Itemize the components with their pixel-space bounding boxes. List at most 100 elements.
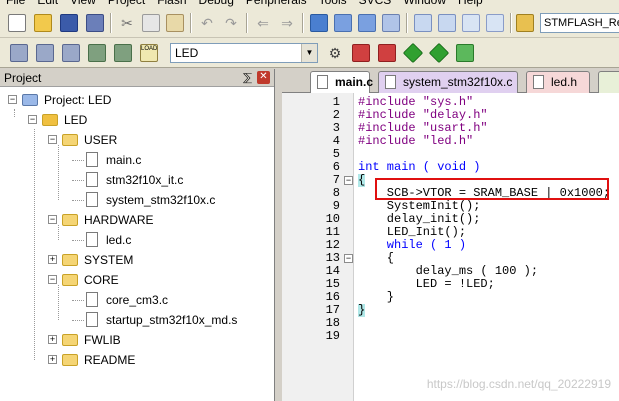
- tab-overflow[interactable]: [598, 71, 619, 93]
- undo-icon[interactable]: ↶: [198, 14, 216, 32]
- line-number: 8: [332, 186, 340, 200]
- tree-folder-item[interactable]: − CORE: [48, 271, 119, 289]
- paste-icon[interactable]: [166, 14, 184, 32]
- expand-icon[interactable]: +: [48, 355, 57, 364]
- manage-components-icon[interactable]: [352, 44, 370, 62]
- code-editor[interactable]: 1 2 3 4 5 6 7 8 9 10 11 12 13 14 15 16 17 18 19− − #include…: [282, 93, 619, 401]
- fold-marker-icon[interactable]: −: [344, 254, 353, 263]
- tree-connector: [72, 240, 84, 241]
- menu-item-edit[interactable]: Edit: [31, 0, 64, 8]
- watermark: https://blog.csdn.net/qq_20222919: [426, 377, 611, 391]
- line-number: 2: [332, 108, 340, 122]
- tree-file-item[interactable]: startup_stm32f10x_md.s: [72, 311, 237, 329]
- tree-item-label: main.c: [106, 153, 142, 167]
- navigate-back-icon[interactable]: ⇐: [254, 14, 272, 32]
- tree-connector: [58, 145, 59, 200]
- tree-item-label: README: [84, 353, 136, 367]
- editor-tab-strip: main.c system_stm32f10x.c led.h: [282, 69, 619, 93]
- toolbar-standard: ✂ ↶ ↷ ⇐ ⇒ STMFLASH_Rea: [0, 8, 619, 38]
- save-icon[interactable]: [60, 14, 78, 32]
- project-panel-header: Project ⅀ ✕: [0, 69, 274, 87]
- menu-bar: File Edit View Project Flash Debug Peripherals…: [0, 0, 619, 8]
- collapse-icon[interactable]: −: [48, 135, 57, 144]
- folder-icon: [62, 353, 78, 366]
- menu-item-debug[interactable]: Debug: [193, 0, 240, 8]
- build-icon[interactable]: [36, 44, 54, 62]
- translate-icon[interactable]: [10, 44, 28, 62]
- select-packs-icon[interactable]: [428, 42, 450, 64]
- prev-bookmark-icon[interactable]: [334, 14, 352, 32]
- tab-main-c[interactable]: main.c: [310, 71, 373, 93]
- close-icon[interactable]: ✕: [257, 71, 270, 84]
- cut-icon[interactable]: ✂: [118, 14, 136, 32]
- tree-target-item[interactable]: − LED: [28, 111, 87, 129]
- tree-folder-item[interactable]: − HARDWARE: [48, 211, 154, 229]
- menu-item-view[interactable]: View: [64, 0, 102, 8]
- menu-item-project[interactable]: Project: [102, 0, 151, 8]
- tab-system-stm32f10x-c[interactable]: system_stm32f10x.c: [378, 71, 518, 93]
- uncomment-icon[interactable]: [486, 14, 504, 32]
- batch-build-icon[interactable]: [88, 44, 106, 62]
- find-in-files-icon[interactable]: [516, 14, 534, 32]
- redo-icon[interactable]: ↷: [222, 14, 240, 32]
- target-select[interactable]: LED ▼: [170, 43, 318, 63]
- chevron-down-icon[interactable]: ▼: [301, 44, 317, 62]
- menu-item-peripherals[interactable]: Peripherals: [240, 0, 313, 8]
- menu-item-tools[interactable]: Tools: [313, 0, 353, 8]
- comment-icon[interactable]: [462, 14, 480, 32]
- tab-led-h[interactable]: led.h: [526, 71, 590, 93]
- save-all-icon[interactable]: [86, 14, 104, 32]
- tree-folder-item[interactable]: + SYSTEM: [48, 251, 133, 269]
- toolbar-build: LOAD LED ▼ ⚙: [0, 38, 619, 68]
- copy-icon[interactable]: [142, 14, 160, 32]
- manage-run-time-icon[interactable]: [402, 42, 424, 64]
- menu-item-window[interactable]: Window: [397, 0, 452, 8]
- new-file-icon[interactable]: [8, 14, 26, 32]
- file-icon: [86, 152, 98, 168]
- fold-marker-icon[interactable]: −: [344, 176, 353, 185]
- next-bookmark-icon[interactable]: [358, 14, 376, 32]
- toolbar-separator: [246, 13, 248, 33]
- tree-folder-item[interactable]: − USER: [48, 131, 118, 149]
- file-icon: [86, 192, 98, 208]
- unindent-icon[interactable]: [438, 14, 456, 32]
- target-options-icon[interactable]: ⚙: [326, 44, 344, 62]
- menu-item-svcs[interactable]: SVCS: [353, 0, 398, 8]
- menu-item-file[interactable]: File: [0, 0, 31, 8]
- stop-build-icon[interactable]: [114, 44, 132, 62]
- menu-item-flash[interactable]: Flash: [151, 0, 192, 8]
- tree-file-item[interactable]: system_stm32f10x.c: [72, 191, 215, 209]
- tree-project-item[interactable]: − Project: LED: [8, 91, 111, 109]
- find-target-combo[interactable]: STMFLASH_Rea: [540, 13, 619, 33]
- tree-folder-item[interactable]: + README: [48, 351, 136, 369]
- tree-file-item[interactable]: main.c: [72, 151, 142, 169]
- collapse-icon[interactable]: −: [48, 275, 57, 284]
- collapse-icon[interactable]: −: [28, 115, 37, 124]
- project-panel-title: Project: [4, 71, 42, 85]
- expand-icon[interactable]: +: [48, 335, 57, 344]
- indent-icon[interactable]: [414, 14, 432, 32]
- toolbar-separator: [510, 13, 512, 33]
- tree-folder-item[interactable]: + FWLIB: [48, 331, 121, 349]
- rebuild-icon[interactable]: [62, 44, 80, 62]
- target-select-value: LED: [175, 46, 199, 60]
- expand-icon[interactable]: +: [48, 255, 57, 264]
- pack-installer-icon[interactable]: [456, 44, 474, 62]
- pin-icon[interactable]: ⅀: [243, 71, 252, 84]
- tree-connector: [72, 200, 84, 201]
- tree-file-item[interactable]: led.c: [72, 231, 131, 249]
- tree-connector: [72, 160, 84, 161]
- collapse-icon[interactable]: −: [8, 95, 17, 104]
- file-extensions-icon[interactable]: [378, 44, 396, 62]
- tree-item-label: USER: [84, 133, 118, 147]
- open-file-icon[interactable]: [34, 14, 52, 32]
- clear-bookmarks-icon[interactable]: [382, 14, 400, 32]
- collapse-icon[interactable]: −: [48, 215, 57, 224]
- c-file-icon: [385, 75, 396, 89]
- bookmark-icon[interactable]: [310, 14, 328, 32]
- menu-item-help[interactable]: Help: [452, 0, 489, 8]
- tree-file-item[interactable]: stm32f10x_it.c: [72, 171, 183, 189]
- download-icon[interactable]: LOAD: [140, 44, 158, 62]
- navigate-forward-icon[interactable]: ⇒: [278, 14, 296, 32]
- tree-file-item[interactable]: core_cm3.c: [72, 291, 168, 309]
